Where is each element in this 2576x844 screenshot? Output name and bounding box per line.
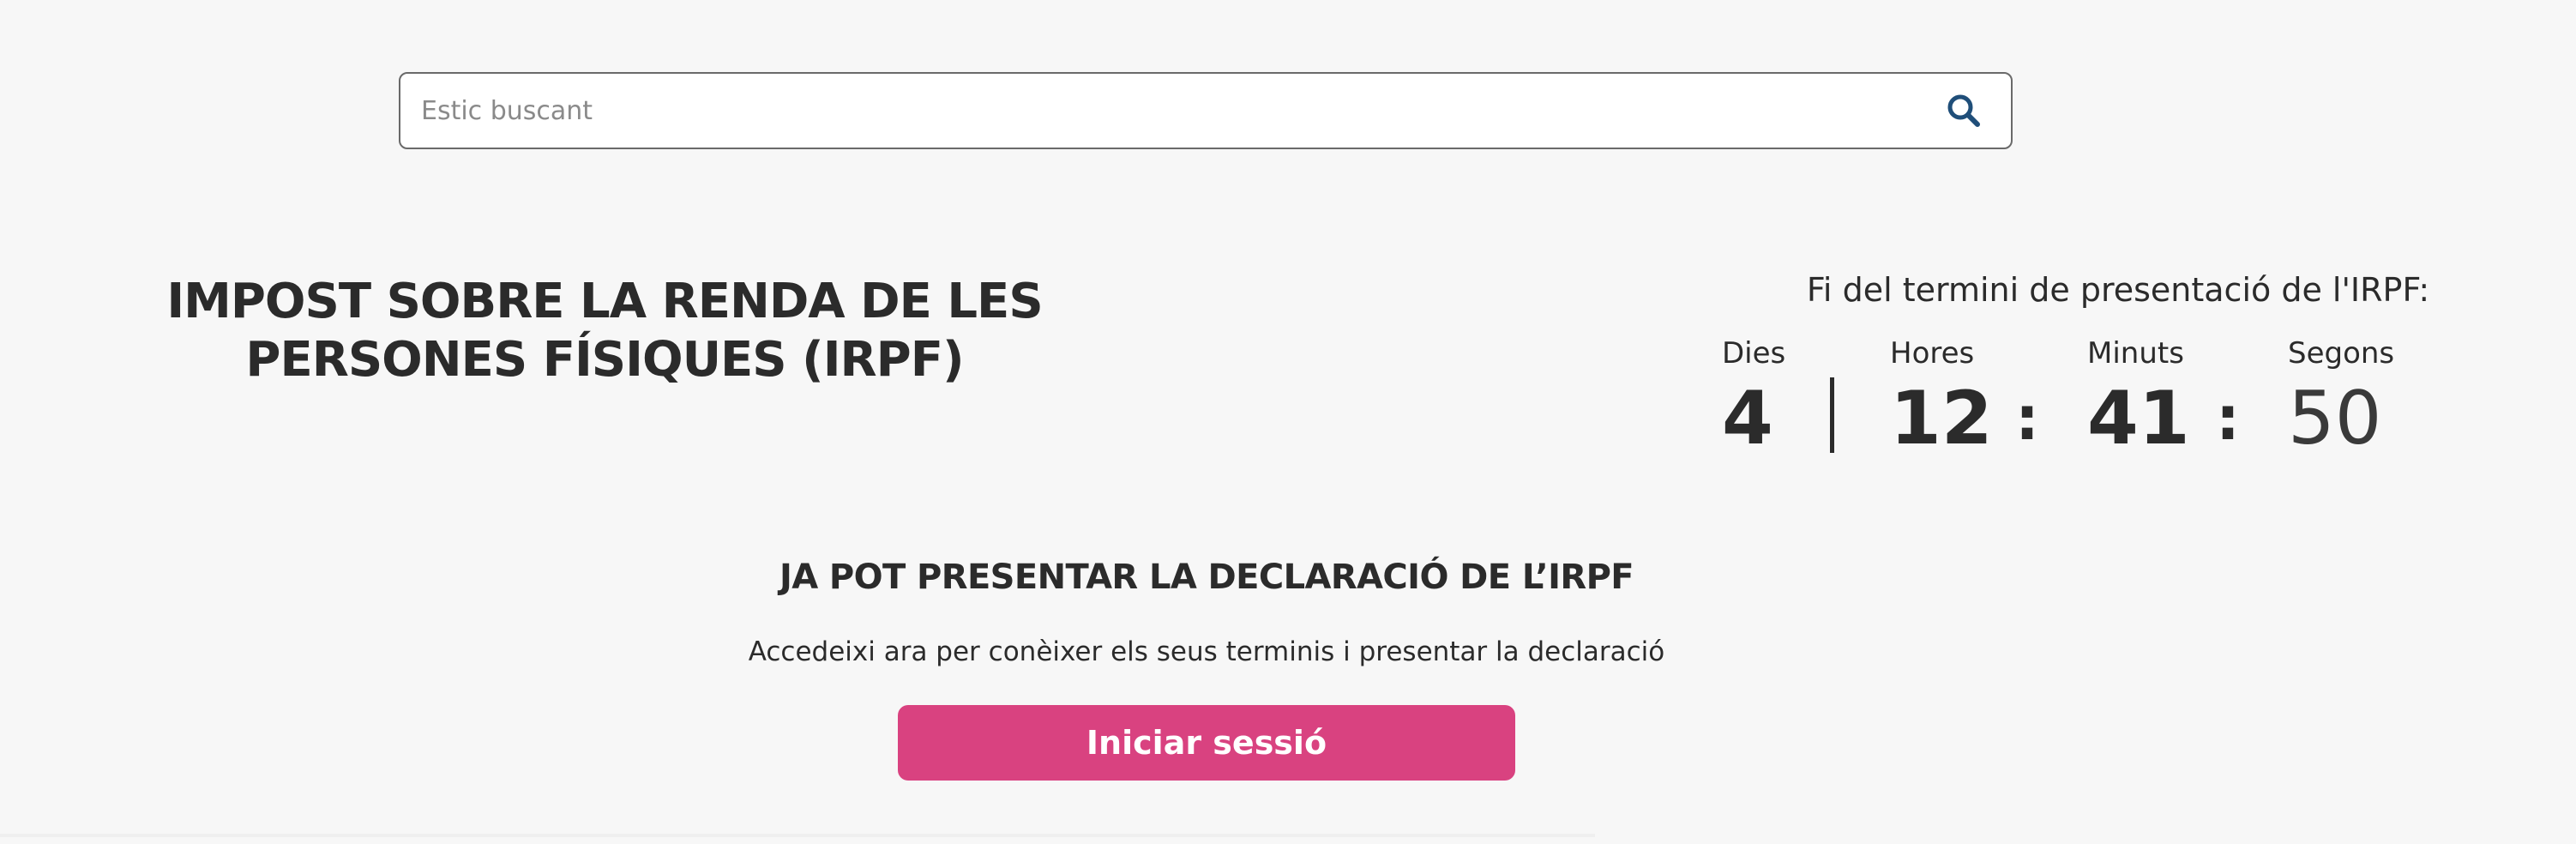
days-label: Dies [1722, 336, 1786, 371]
countdown-colon: : [2216, 383, 2240, 454]
countdown-seconds: Segons 50 [2288, 335, 2459, 461]
countdown-separator [1830, 377, 1834, 453]
page-title: IMPOST SOBRE LA RENDA DE LES PERSONES FÍ… [166, 274, 1043, 388]
hours-label: Hores [1890, 336, 1975, 371]
deadline-label: Fi del termini de presentació de l'IRPF: [1806, 271, 2430, 309]
minutes-label: Minuts [2087, 336, 2184, 371]
search-input[interactable] [400, 74, 1925, 148]
days-value: 4 [1722, 376, 1773, 461]
countdown-timer: Dies 4 Hores 12 : Minuts 41 : Segons 50 [1715, 335, 2418, 463]
countdown-days: Dies 4 [1722, 335, 1893, 461]
countdown-colon: : [2015, 383, 2039, 454]
search-button[interactable] [1925, 74, 2002, 148]
cta-heading: JA POT PRESENTAR LA DECLARACIÓ DE L’IRPF [779, 558, 1634, 597]
seconds-value: 50 [2288, 376, 2382, 461]
search-bar [399, 72, 2013, 149]
seconds-label: Segons [2288, 336, 2395, 371]
login-button[interactable]: Iniciar sessió [898, 705, 1515, 781]
divider [0, 834, 1595, 837]
search-icon [1947, 94, 1980, 127]
cta-description: Accedeixi ara per conèixer els seus term… [748, 636, 1665, 667]
